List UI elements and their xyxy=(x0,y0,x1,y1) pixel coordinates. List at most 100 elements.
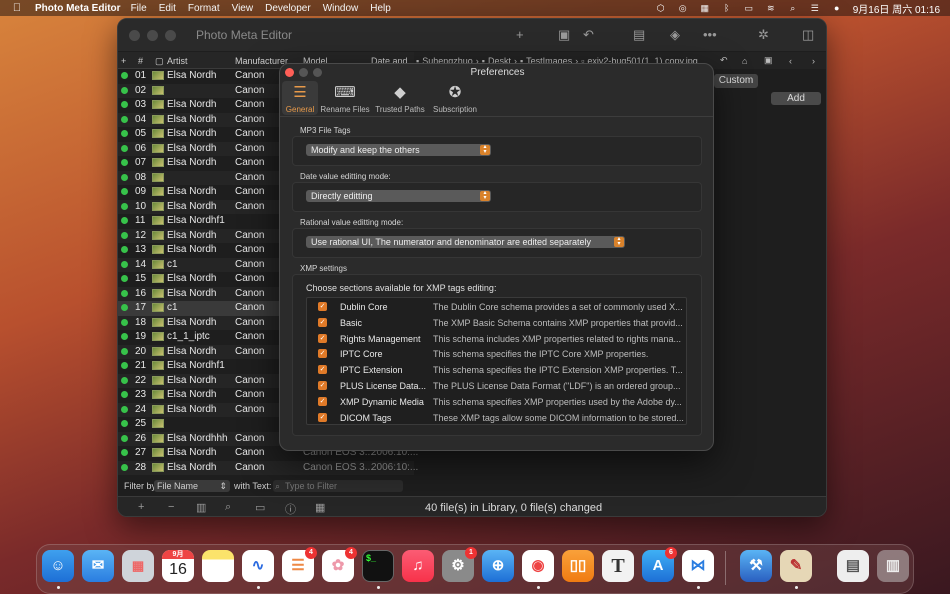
grid-icon[interactable]: ▦ xyxy=(315,501,325,514)
documents-folder-icon[interactable]: ▤ xyxy=(837,550,869,582)
filter-field-select[interactable]: File Name ⇕ xyxy=(154,480,230,492)
freeform-icon[interactable]: ∿ xyxy=(242,550,274,582)
add-icon[interactable]: + xyxy=(516,27,524,42)
tab-subscription[interactable]: ✪ Subscription xyxy=(430,83,480,114)
rational-mode-select[interactable]: Use rational UI, The numerator and denom… xyxy=(306,236,625,248)
checkbox-checked-icon[interactable]: ✓ xyxy=(318,349,327,359)
undo-icon[interactable]: ↶ xyxy=(583,27,594,43)
search-icon[interactable]: ⌕ xyxy=(225,501,231,514)
menu-view[interactable]: View xyxy=(232,3,254,14)
notes-icon[interactable] xyxy=(202,550,234,582)
tab-trusted-paths[interactable]: ◆ Trusted Paths xyxy=(374,83,426,114)
remove-icon[interactable]: − xyxy=(168,501,174,513)
glasses-icon[interactable]: ◎ xyxy=(677,3,689,13)
row-number: 15 xyxy=(135,273,147,284)
gear-icon[interactable]: ✲ xyxy=(758,27,769,43)
xmp-section-name: Dublin Core xyxy=(340,302,388,312)
menu-edit[interactable]: Edit xyxy=(159,3,176,14)
column-thumb-icon[interactable]: ▢ xyxy=(155,56,164,67)
photos-icon[interactable]: ✿ 4 xyxy=(322,547,357,582)
row-manufacturer: Canon xyxy=(235,447,265,458)
music-icon[interactable]: ♫ xyxy=(402,550,434,582)
lock-icon[interactable]: ⌂ xyxy=(742,56,747,66)
wifi-icon[interactable]: ≋ xyxy=(765,3,777,13)
filter-search-input[interactable]: ⌕ Type to Filter xyxy=(273,480,403,492)
menubar-clock[interactable]: 9月16日 周六 01:16 xyxy=(853,1,940,16)
row-manufacturer: Canon xyxy=(235,200,265,212)
status-dot-icon xyxy=(121,333,128,340)
bluetooth-icon[interactable]: ᛒ xyxy=(721,3,733,13)
close-window-button[interactable] xyxy=(129,29,140,41)
chevron-right-icon[interactable]: › xyxy=(812,56,815,66)
checkbox-checked-icon[interactable]: ✓ xyxy=(318,412,327,422)
inspector-icon[interactable]: ▤ xyxy=(633,27,645,43)
add-icon[interactable]: + xyxy=(138,501,144,513)
trash-icon[interactable]: ▥ xyxy=(877,550,909,582)
column-artist[interactable]: Artist xyxy=(167,56,188,66)
spotlight-search-icon[interactable]: ⌕ xyxy=(787,3,799,13)
save-icon[interactable]: ▣ xyxy=(558,27,570,43)
zoom-window-button[interactable] xyxy=(165,29,176,41)
menu-file[interactable]: File xyxy=(131,3,147,14)
add-button[interactable]: Add xyxy=(771,92,821,105)
finder-icon[interactable]: ☺ xyxy=(42,550,74,582)
menu-help[interactable]: Help xyxy=(370,3,391,14)
shield-status-icon[interactable]: ⬡ xyxy=(655,3,667,13)
folder-icon[interactable]: ▭ xyxy=(255,501,265,514)
menu-format[interactable]: Format xyxy=(188,3,220,14)
xmp-section-name: IPTC Extension xyxy=(340,365,403,376)
more-icon[interactable]: ••• xyxy=(703,27,717,42)
input-method-icon[interactable]: ▦ xyxy=(699,3,711,13)
terminal-icon[interactable]: $_ xyxy=(362,550,394,582)
undo-icon[interactable]: ↶ xyxy=(720,55,728,66)
tag-icon[interactable]: ◈ xyxy=(670,27,680,43)
status-dot-icon xyxy=(121,217,128,224)
app-store-icon[interactable]: A6 xyxy=(642,547,677,582)
tab-rename-files[interactable]: ⌨ Rename Files xyxy=(320,83,370,114)
sliders-icon: ☰ xyxy=(293,84,307,101)
minimize-window-button[interactable] xyxy=(147,29,158,41)
save-icon[interactable]: ▣ xyxy=(764,55,773,66)
info-icon[interactable]: ⓘ xyxy=(285,501,296,516)
books-icon[interactable]: ▯▯ xyxy=(562,550,594,582)
checkbox-checked-icon[interactable]: ✓ xyxy=(318,317,327,327)
status-dot-icon xyxy=(121,391,128,398)
mail-icon[interactable]: ✉ xyxy=(82,550,114,582)
tab-general[interactable]: ☰ General xyxy=(284,83,316,114)
apple-menu-icon[interactable]:  xyxy=(10,2,24,14)
chrome-icon[interactable]: ◉ xyxy=(522,550,554,582)
app-menu[interactable]: Photo Meta Editor xyxy=(35,3,121,14)
date-mode-select[interactable]: Directly editting ▴ ▾ xyxy=(306,190,491,202)
launchpad-icon[interactable]: ▦ xyxy=(122,550,154,582)
xcode-icon[interactable]: ⚒ xyxy=(740,550,772,582)
vscode-icon[interactable]: ⋈ xyxy=(682,550,714,582)
row-artist: Elsa Nordh xyxy=(167,447,217,458)
mp3-tags-select[interactable]: Modify and keep the others ▴ ▾ xyxy=(306,144,491,156)
chevron-left-icon[interactable]: ‹ xyxy=(789,56,792,66)
column-manufacturer[interactable]: Manufacturer xyxy=(235,56,288,66)
battery-icon[interactable]: ▭ xyxy=(743,3,755,13)
column-number[interactable]: # xyxy=(138,56,143,66)
custom-button[interactable]: Custom xyxy=(714,74,758,88)
trash-icon[interactable]: ▥ xyxy=(196,501,206,514)
photo-meta-editor-icon[interactable]: ✎ xyxy=(780,550,812,582)
sidebar-toggle-icon[interactable]: ◫ xyxy=(802,27,814,43)
checkbox-checked-icon[interactable]: ✓ xyxy=(318,396,327,406)
reminders-icon[interactable]: ☰ 4 xyxy=(282,547,317,582)
checkbox-checked-icon[interactable]: ✓ xyxy=(318,333,327,343)
add-column-icon[interactable]: + xyxy=(121,56,126,66)
row-manufacturer: Canon xyxy=(235,142,265,154)
control-center-icon[interactable]: ☰ xyxy=(809,3,821,13)
checkbox-checked-icon[interactable]: ✓ xyxy=(318,381,327,390)
safari-icon[interactable]: ⊕ xyxy=(482,550,514,582)
textedit-icon[interactable]: T xyxy=(602,550,634,582)
system-settings-icon[interactable]: ⚙ 1 xyxy=(442,547,477,582)
menu-window[interactable]: Window xyxy=(323,3,359,14)
checkbox-checked-icon[interactable]: ✓ xyxy=(318,365,327,375)
siri-icon[interactable]: ● xyxy=(831,3,843,13)
table-row[interactable]: 28 Elsa Nordh Canon Canon EOS 3... 2006:10:.… xyxy=(118,460,418,475)
calendar-icon[interactable]: 9月 16 xyxy=(162,550,194,582)
menu-developer[interactable]: Developer xyxy=(265,3,311,14)
checkbox-checked-icon[interactable]: ✓ xyxy=(318,302,327,311)
row-artist: Elsa Nordh xyxy=(167,142,217,154)
